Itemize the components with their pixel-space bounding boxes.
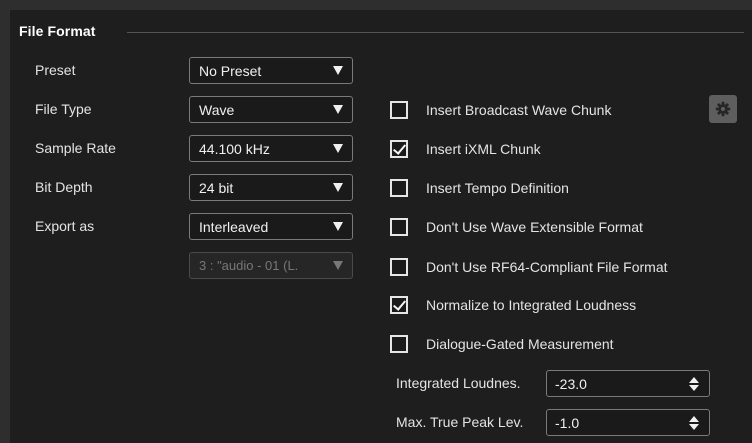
checkbox-rf64[interactable] bbox=[390, 258, 408, 276]
true-peak-spinbox[interactable]: -1.0 bbox=[546, 409, 710, 436]
checkbox-normalize-loudness[interactable] bbox=[390, 296, 408, 314]
chevron-down-icon bbox=[333, 105, 343, 114]
checkmark-icon bbox=[392, 141, 407, 155]
file-type-value: Wave bbox=[199, 102, 235, 118]
file-type-dropdown[interactable]: Wave bbox=[189, 96, 353, 123]
channel-dropdown[interactable]: 3 : "audio - 01 (L. bbox=[189, 252, 353, 279]
true-peak-value: -1.0 bbox=[555, 415, 580, 431]
spin-up-icon[interactable] bbox=[689, 416, 699, 422]
spin-down-icon[interactable] bbox=[689, 424, 699, 430]
wave-extensible-label: Don't Use Wave Extensible Format bbox=[426, 219, 643, 235]
gear-icon bbox=[715, 101, 731, 117]
checkbox-dialogue-gated[interactable] bbox=[390, 335, 408, 353]
preset-dropdown[interactable]: No Preset bbox=[189, 57, 353, 84]
checkbox-wave-extensible[interactable] bbox=[390, 218, 408, 236]
export-as-label: Export as bbox=[35, 218, 95, 234]
export-as-value: Interleaved bbox=[199, 219, 269, 235]
ixml-chunk-label: Insert iXML Chunk bbox=[426, 141, 541, 157]
broadcast-wave-settings-button[interactable] bbox=[709, 95, 737, 123]
tempo-definition-label: Insert Tempo Definition bbox=[426, 180, 569, 196]
spin-up-icon[interactable] bbox=[689, 377, 699, 383]
rf64-label: Don't Use RF64-Compliant File Format bbox=[426, 259, 668, 275]
bit-depth-value: 24 bit bbox=[199, 180, 234, 196]
checkmark-icon bbox=[392, 297, 407, 311]
chevron-down-icon bbox=[333, 261, 343, 270]
preset-value: No Preset bbox=[199, 63, 262, 79]
section-divider bbox=[127, 32, 744, 33]
chevron-down-icon bbox=[333, 183, 343, 192]
chevron-down-icon bbox=[333, 222, 343, 231]
checkbox-tempo-definition[interactable] bbox=[390, 179, 408, 197]
bit-depth-dropdown[interactable]: 24 bit bbox=[189, 174, 353, 201]
true-peak-label: Max. True Peak Lev. bbox=[396, 414, 524, 430]
chevron-down-icon bbox=[333, 66, 343, 75]
section-title: File Format bbox=[19, 23, 96, 39]
checkbox-broadcast-wave[interactable] bbox=[390, 101, 408, 119]
export-as-dropdown[interactable]: Interleaved bbox=[189, 213, 353, 240]
sample-rate-label: Sample Rate bbox=[35, 140, 116, 156]
checkbox-ixml-chunk[interactable] bbox=[390, 140, 408, 158]
integrated-loudness-label: Integrated Loudnes. bbox=[396, 375, 521, 391]
chevron-down-icon bbox=[333, 144, 343, 153]
normalize-loudness-label: Normalize to Integrated Loudness bbox=[426, 297, 637, 313]
broadcast-wave-label: Insert Broadcast Wave Chunk bbox=[426, 102, 612, 118]
preset-label: Preset bbox=[35, 62, 76, 78]
integrated-loudness-spinbox[interactable]: -23.0 bbox=[546, 370, 710, 397]
file-type-label: File Type bbox=[35, 101, 92, 117]
integrated-loudness-value: -23.0 bbox=[555, 376, 587, 392]
dialogue-gated-label: Dialogue-Gated Measurement bbox=[426, 336, 614, 352]
sample-rate-dropdown[interactable]: 44.100 kHz bbox=[189, 135, 353, 162]
bit-depth-label: Bit Depth bbox=[35, 179, 93, 195]
spin-down-icon[interactable] bbox=[689, 385, 699, 391]
sample-rate-value: 44.100 kHz bbox=[199, 141, 270, 157]
channel-value: 3 : "audio - 01 (L. bbox=[199, 258, 299, 273]
